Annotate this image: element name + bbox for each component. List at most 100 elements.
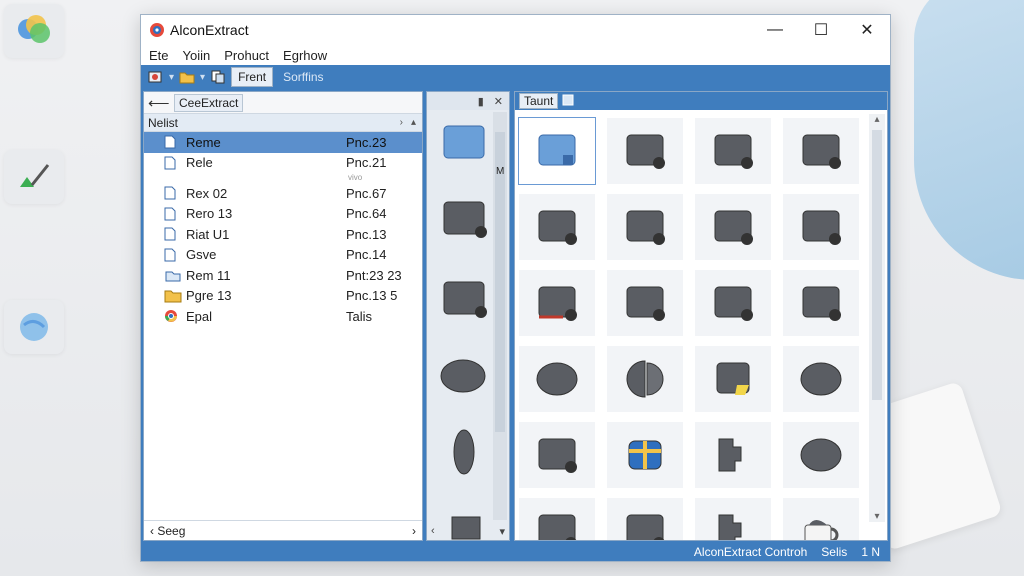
folder-icon[interactable] (178, 69, 196, 85)
file-value: Pnc.13 5 (346, 288, 398, 304)
icon-tile[interactable] (519, 422, 595, 488)
icon-tile[interactable] (607, 194, 683, 260)
icon-tile[interactable] (783, 346, 859, 412)
puzzle-icon (718, 438, 742, 472)
save-icon[interactable] (562, 94, 574, 109)
list-item[interactable]: Rex 02 Pnc.67 (144, 183, 422, 204)
preview-strip-header: ▮ ✕ (427, 92, 509, 110)
icon-tile[interactable] (783, 270, 859, 336)
column-header[interactable]: Nelist › ▴ (144, 114, 422, 132)
icon-tile[interactable] (519, 346, 595, 412)
title-bar[interactable]: AlconExtract — ☐ ✕ (141, 15, 890, 45)
file-name: Rem 11 (186, 267, 231, 283)
list-item[interactable]: Riat U1 Pnc.13 (144, 224, 422, 245)
list-item[interactable]: Rele Pnc.21 (144, 153, 422, 174)
app-window: AlconExtract — ☐ ✕ Ete Yoiin Prohuct Egr… (140, 14, 891, 562)
scrollbar-thumb[interactable] (495, 132, 505, 432)
scrollbar[interactable]: M (493, 112, 507, 520)
sort-up-icon[interactable]: ▴ (411, 117, 416, 128)
file-icon (164, 248, 182, 262)
square-icon (802, 286, 841, 321)
close-icon[interactable]: ✕ (494, 95, 503, 108)
list-item[interactable]: Pgre 13 Pnc.13 5 (144, 286, 422, 307)
list-item[interactable]: Gsve Pnc.14 (144, 245, 422, 266)
disc-icon (536, 362, 578, 396)
icon-tile[interactable] (518, 117, 596, 185)
tab-grid[interactable]: Taunt (519, 93, 559, 109)
dropdown-arrow-icon[interactable]: ▾ (169, 72, 174, 83)
icon-tile[interactable] (695, 346, 771, 412)
square-icon (802, 210, 841, 245)
dropdown-arrow-icon[interactable]: ▾ (200, 72, 205, 83)
scrollbar-thumb[interactable] (872, 130, 882, 400)
thumbnail[interactable] (439, 118, 489, 166)
thumbnail[interactable] (439, 274, 489, 322)
preview-strip-pane: ▮ ✕ M ‹ ▾ (426, 91, 510, 541)
icon-tile[interactable] (695, 422, 771, 488)
square-red-icon (538, 286, 577, 321)
maximize-button[interactable]: ☐ (798, 15, 844, 45)
desktop-edit-icon[interactable] (4, 150, 64, 204)
icon-tile[interactable] (519, 270, 595, 336)
thumbnail[interactable] (439, 194, 489, 242)
list-item[interactable]: Reme Pnc.23 (144, 132, 422, 153)
file-icon (164, 135, 182, 149)
icon-tile[interactable] (607, 270, 683, 336)
square-icon (714, 210, 753, 245)
icon-tile[interactable] (783, 498, 859, 540)
app-logo-icon (150, 23, 164, 37)
icon-tile[interactable] (695, 194, 771, 260)
path-field[interactable]: CeeExtract (174, 93, 244, 112)
scroll-left-icon[interactable]: ‹ (431, 525, 435, 537)
list-item[interactable]: Epal Talis (144, 306, 422, 327)
cube-icon (628, 440, 662, 470)
menu-view[interactable]: Yoiin (181, 48, 213, 63)
icon-tile[interactable] (519, 498, 595, 540)
icon-tile[interactable] (607, 346, 683, 412)
file-browser-pane: ⟵ CeeExtract Nelist › ▴ Reme Pnc.23 Rele… (143, 91, 423, 541)
tab-front[interactable]: Frent (231, 67, 274, 87)
thumbnail[interactable] (439, 352, 489, 400)
toolbar: ▾ ▾ Frent Sorffins (141, 65, 890, 89)
icon-tile[interactable] (695, 498, 771, 540)
icon-tile[interactable] (783, 118, 859, 184)
close-button[interactable]: ✕ (844, 15, 890, 45)
icon-tile[interactable] (607, 422, 683, 488)
menu-file[interactable]: Ete (147, 48, 171, 63)
disc-split-icon (626, 360, 664, 398)
browser-icon (164, 309, 182, 323)
file-value: Pnc.23 (346, 134, 387, 150)
desktop-shortcut-icon[interactable] (4, 4, 64, 58)
open-icon[interactable] (147, 69, 165, 85)
scroll-down-icon[interactable]: ▾ (869, 511, 885, 522)
desktop-globe-icon[interactable] (4, 300, 64, 354)
list-item[interactable]: Rero 13 Pnc.64 (144, 204, 422, 225)
scroll-right-icon[interactable]: › (412, 524, 416, 538)
list-item[interactable]: Rem 11 Pnt:23 23 (144, 265, 422, 286)
file-name: Rele (186, 155, 213, 171)
thumbnail[interactable] (439, 428, 489, 476)
scroll-down-icon[interactable]: ▾ (499, 525, 505, 538)
folder-icon (164, 289, 182, 303)
mug-icon (804, 520, 839, 540)
sort-arrow-icon[interactable]: › (400, 117, 403, 128)
icon-tile[interactable] (783, 194, 859, 260)
icon-tile[interactable] (607, 118, 683, 184)
pin-icon[interactable]: ▮ (478, 95, 484, 108)
menu-help[interactable]: Egrhow (281, 48, 329, 63)
window-title: AlconExtract (170, 22, 249, 38)
content-area: ⟵ CeeExtract Nelist › ▴ Reme Pnc.23 Rele… (141, 89, 890, 543)
tab-settings[interactable]: Sorffins (277, 67, 329, 87)
copy-icon[interactable] (209, 69, 227, 85)
minimize-button[interactable]: — (752, 15, 798, 45)
back-arrow-icon[interactable]: ⟵ (148, 94, 170, 112)
icon-tile[interactable] (607, 498, 683, 540)
icon-tile[interactable] (695, 118, 771, 184)
scrollbar[interactable]: ▴ ▾ (869, 114, 885, 522)
scroll-up-icon[interactable]: ▴ (869, 114, 885, 125)
icon-tile[interactable] (783, 422, 859, 488)
square-icon (626, 286, 665, 321)
icon-tile[interactable] (519, 194, 595, 260)
icon-tile[interactable] (695, 270, 771, 336)
menu-product[interactable]: Prohuct (222, 48, 271, 63)
